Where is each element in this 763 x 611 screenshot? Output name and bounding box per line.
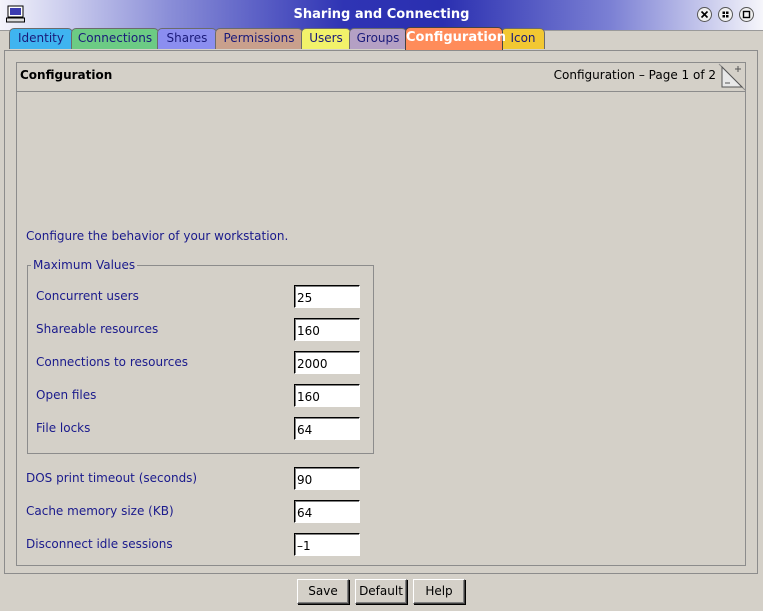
dos-print-timeout-label: DOS print timeout (seconds) <box>26 471 198 485</box>
window-title: Sharing and Connecting <box>293 7 470 22</box>
cache-memory-size-label: Cache memory size (KB) <box>26 504 174 518</box>
connections-to-resources-field[interactable]: 2000 <box>294 351 360 374</box>
file-locks-field[interactable]: 64 <box>294 417 360 440</box>
group-title: Maximum Values <box>31 258 138 272</box>
disconnect-idle-sessions-field[interactable]: –1 <box>294 533 360 556</box>
connections-to-resources-label: Connections to resources <box>36 355 188 369</box>
dos-print-timeout-field[interactable]: 90 <box>294 467 360 490</box>
tab-groups[interactable]: Groups <box>349 28 407 49</box>
tab-users[interactable]: Users <box>301 28 351 49</box>
disconnect-idle-sessions-label: Disconnect idle sessions <box>26 537 173 551</box>
page-turn-icon[interactable] <box>718 63 746 91</box>
file-locks-label: File locks <box>36 421 91 435</box>
open-files-field[interactable]: 160 <box>294 384 360 407</box>
help-button[interactable]: Help <box>413 579 465 604</box>
tab-bar: Identity Connections Shares Permissions … <box>0 27 763 50</box>
shareable-resources-field[interactable]: 160 <box>294 318 360 341</box>
save-button[interactable]: Save <box>297 579 349 604</box>
restore-button[interactable] <box>718 7 733 22</box>
tab-connections[interactable]: Connections <box>71 28 159 49</box>
cache-memory-size-field[interactable]: 64 <box>294 500 360 523</box>
tab-identity[interactable]: Identity <box>9 28 73 49</box>
tab-permissions[interactable]: Permissions <box>215 28 303 49</box>
default-button[interactable]: Default <box>355 579 407 604</box>
tab-shares[interactable]: Shares <box>157 28 217 49</box>
description-text: Configure the behavior of your workstati… <box>26 229 289 243</box>
maximize-button[interactable] <box>739 7 754 22</box>
tab-configuration[interactable]: Configuration <box>405 27 506 50</box>
open-files-label: Open files <box>36 388 97 402</box>
title-bar[interactable]: Sharing and Connecting <box>0 0 763 31</box>
concurrent-users-field[interactable]: 25 <box>294 285 360 308</box>
shareable-resources-label: Shareable resources <box>36 322 159 336</box>
page-indicator: Configuration – Page 1 of 2 <box>553 68 716 82</box>
tab-icon[interactable]: Icon <box>501 28 545 49</box>
concurrent-users-label: Concurrent users <box>36 289 139 303</box>
close-button[interactable] <box>697 7 712 22</box>
page-title: Configuration <box>20 68 113 82</box>
